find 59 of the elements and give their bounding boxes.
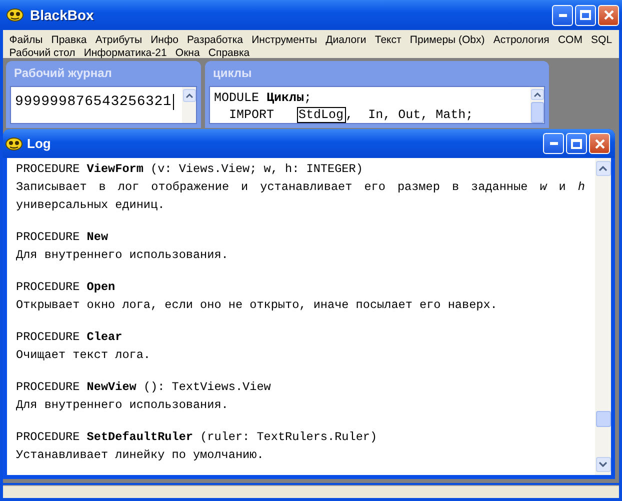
menu-item[interactable]: Окна	[171, 45, 204, 58]
selected-identifier: StdLog	[296, 107, 346, 123]
scroll-up-icon[interactable]	[596, 161, 610, 176]
maximize-icon	[571, 138, 582, 148]
minimize-icon	[558, 14, 566, 16]
menu-item[interactable]: Диалоги	[321, 32, 371, 45]
procedure-description: Устанавливает линейку по умолчанию.	[16, 447, 265, 464]
code-keyword: IMPORT	[229, 108, 274, 122]
procedure-signature: PROCEDURE New	[16, 229, 110, 246]
minimize-button[interactable]	[543, 133, 564, 154]
procedure-description: Очищает текст лога.	[16, 347, 152, 364]
scroll-up-icon[interactable]	[530, 89, 544, 100]
procedure-description: Открывает окно лога, если оно не открыто, иначе посылает его наверх.	[16, 297, 498, 314]
scroll-thumb[interactable]	[530, 102, 544, 123]
menu-item[interactable]: Файлы	[5, 32, 47, 45]
procedure-signature: PROCEDURE Clear	[16, 329, 124, 346]
app-icon	[6, 8, 24, 22]
close-button[interactable]	[589, 133, 610, 154]
menu-item[interactable]: Справка	[204, 45, 254, 58]
procedure-signature: PROCEDURE NewView (): TextViews.View	[16, 379, 272, 396]
minimize-button[interactable]	[552, 4, 573, 26]
window-title: циклы	[212, 65, 253, 82]
maximize-icon	[580, 10, 591, 20]
window-title: Log	[27, 136, 52, 151]
window-title: BlackBox	[30, 7, 95, 23]
menu-item[interactable]: Информатика-21	[80, 45, 172, 58]
procedure-signature: PROCEDURE Open	[16, 279, 116, 296]
close-icon	[604, 10, 614, 20]
code-line: MODULE Циклы;	[214, 90, 313, 107]
scrollbar[interactable]	[530, 87, 544, 123]
procedure-description: Для внутреннего использования.	[16, 247, 230, 264]
menu-item[interactable]: SQL	[586, 32, 616, 45]
menu-item[interactable]: Астрология	[489, 32, 554, 45]
scroll-down-icon[interactable]	[596, 457, 610, 472]
maximize-button[interactable]	[575, 4, 596, 26]
procedure-signature: PROCEDURE ViewForm (v: Views.View; w, h: INTEGER)	[16, 161, 364, 178]
menu-item[interactable]: COM	[554, 32, 587, 45]
scroll-up-icon[interactable]	[182, 89, 196, 102]
procedure-description: Записывает в лог отображение и устанавливает его размер в заданные w и h универсальных единиц.	[16, 179, 585, 214]
app-icon	[5, 136, 23, 150]
menu-item[interactable]: Атрибуты	[91, 32, 146, 45]
code-text: , In, Out, Math;	[346, 108, 474, 122]
menu-item[interactable]: Текст	[370, 32, 406, 45]
minimize-icon	[550, 142, 558, 145]
procedure-description: Для внутреннего использования.	[16, 397, 230, 414]
procedure-signature: PROCEDURE SetDefaultRuler (ruler: TextRulers.Ruler)	[16, 429, 378, 446]
menu-item[interactable]: Инструменты	[247, 32, 322, 45]
scrollbar[interactable]	[182, 87, 196, 123]
menu-item[interactable]: Разработка	[182, 32, 248, 45]
menu-item[interactable]: Примеры (Obx)	[406, 32, 490, 45]
window-title: Рабочий журнал	[13, 65, 113, 82]
scrollbar[interactable]	[595, 158, 611, 475]
menu-item[interactable]: Рабочий стол	[5, 45, 80, 58]
menu-item[interactable]: Инфо	[146, 32, 183, 45]
maximize-button[interactable]	[566, 133, 587, 154]
close-button[interactable]	[598, 4, 619, 26]
close-icon	[594, 138, 604, 148]
menu-item[interactable]: Правка	[46, 32, 92, 45]
scroll-thumb[interactable]	[596, 411, 610, 427]
